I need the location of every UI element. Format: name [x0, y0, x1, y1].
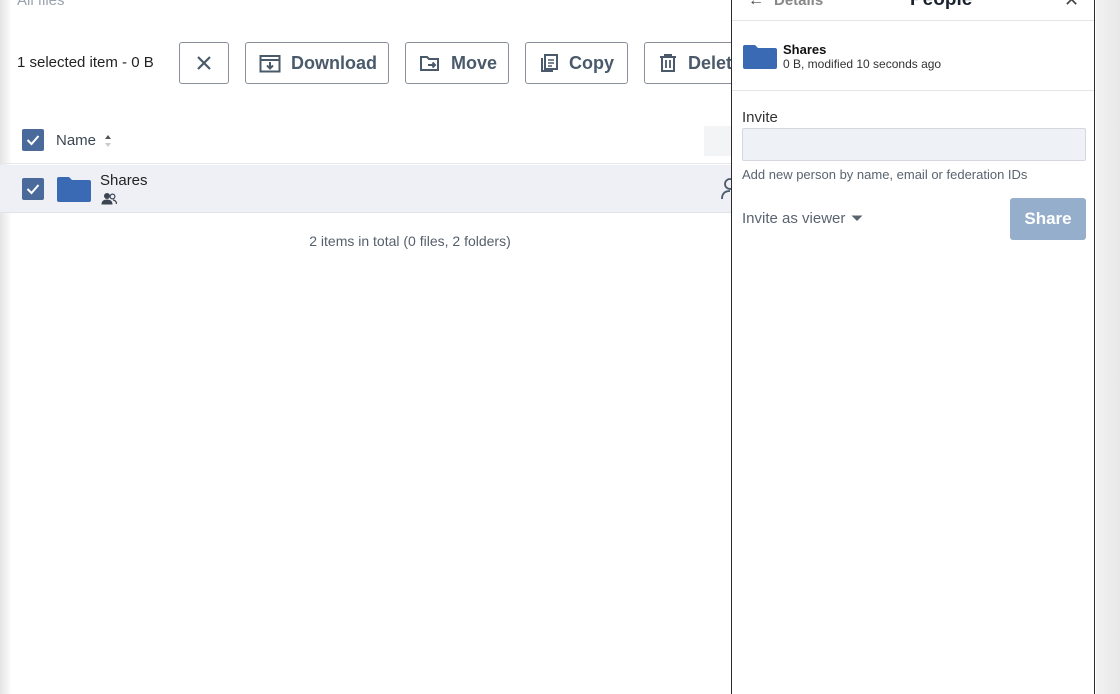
chevron-down-icon [851, 215, 863, 221]
copy-label: Copy [569, 52, 614, 73]
column-header-placeholder [704, 126, 732, 156]
invite-hint: Add new person by name, email or federat… [742, 167, 1028, 182]
move-icon [420, 56, 439, 71]
folder-icon [743, 45, 777, 69]
copy-icon [541, 54, 558, 72]
panel-item-name: Shares [783, 42, 827, 57]
download-label: Download [291, 52, 377, 73]
delete-button[interactable]: Delete [644, 42, 732, 84]
selection-info: 1 selected item - 0 B [17, 54, 154, 71]
details-link[interactable]: Details [774, 0, 823, 9]
invite-input[interactable] [742, 128, 1086, 161]
name-column-header[interactable]: Name [56, 132, 112, 149]
trash-icon [660, 54, 676, 72]
name-column-label: Name [56, 132, 97, 149]
shared-people-icon [101, 193, 117, 205]
table-header: Name [0, 116, 732, 164]
right-gutter [1096, 0, 1120, 694]
folder-icon[interactable] [56, 175, 92, 203]
invite-role-label: Invite as viewer [742, 210, 846, 227]
move-button[interactable]: Move [405, 42, 509, 84]
copy-button[interactable]: Copy [525, 42, 628, 84]
back-arrow-icon[interactable]: ← [748, 0, 764, 10]
delete-label: Delete [688, 52, 732, 73]
sort-icon [105, 134, 112, 147]
file-name[interactable]: Shares [100, 172, 148, 189]
row-checkbox[interactable] [22, 178, 44, 200]
panel-title: People [910, 0, 972, 11]
breadcrumb[interactable]: All files [17, 0, 65, 9]
close-icon [197, 56, 211, 70]
table-row[interactable]: Shares [0, 165, 732, 213]
select-all-checkbox[interactable] [22, 129, 44, 151]
items-total: 2 items in total (0 files, 2 folders) [309, 233, 511, 249]
files-main-area: All files 1 selected item - 0 B Download… [0, 0, 732, 694]
sharing-panel: ← Details People ✕ Shares 0 B, modified … [731, 0, 1095, 694]
checkmark-icon [26, 135, 40, 146]
panel-item-summary: Shares 0 B, modified 10 seconds ago [732, 21, 1094, 91]
share-button[interactable]: Share [1010, 198, 1086, 240]
download-icon [259, 55, 281, 73]
checkmark-icon [26, 184, 40, 195]
close-icon[interactable]: ✕ [1064, 0, 1079, 11]
clear-selection-button[interactable] [179, 42, 229, 84]
panel-header: ← Details People ✕ [732, 0, 1094, 21]
panel-item-meta: 0 B, modified 10 seconds ago [783, 57, 942, 71]
move-label: Move [451, 52, 498, 73]
invite-label: Invite [742, 109, 778, 126]
download-button[interactable]: Download [245, 42, 389, 84]
invite-role-dropdown[interactable]: Invite as viewer [742, 210, 863, 227]
